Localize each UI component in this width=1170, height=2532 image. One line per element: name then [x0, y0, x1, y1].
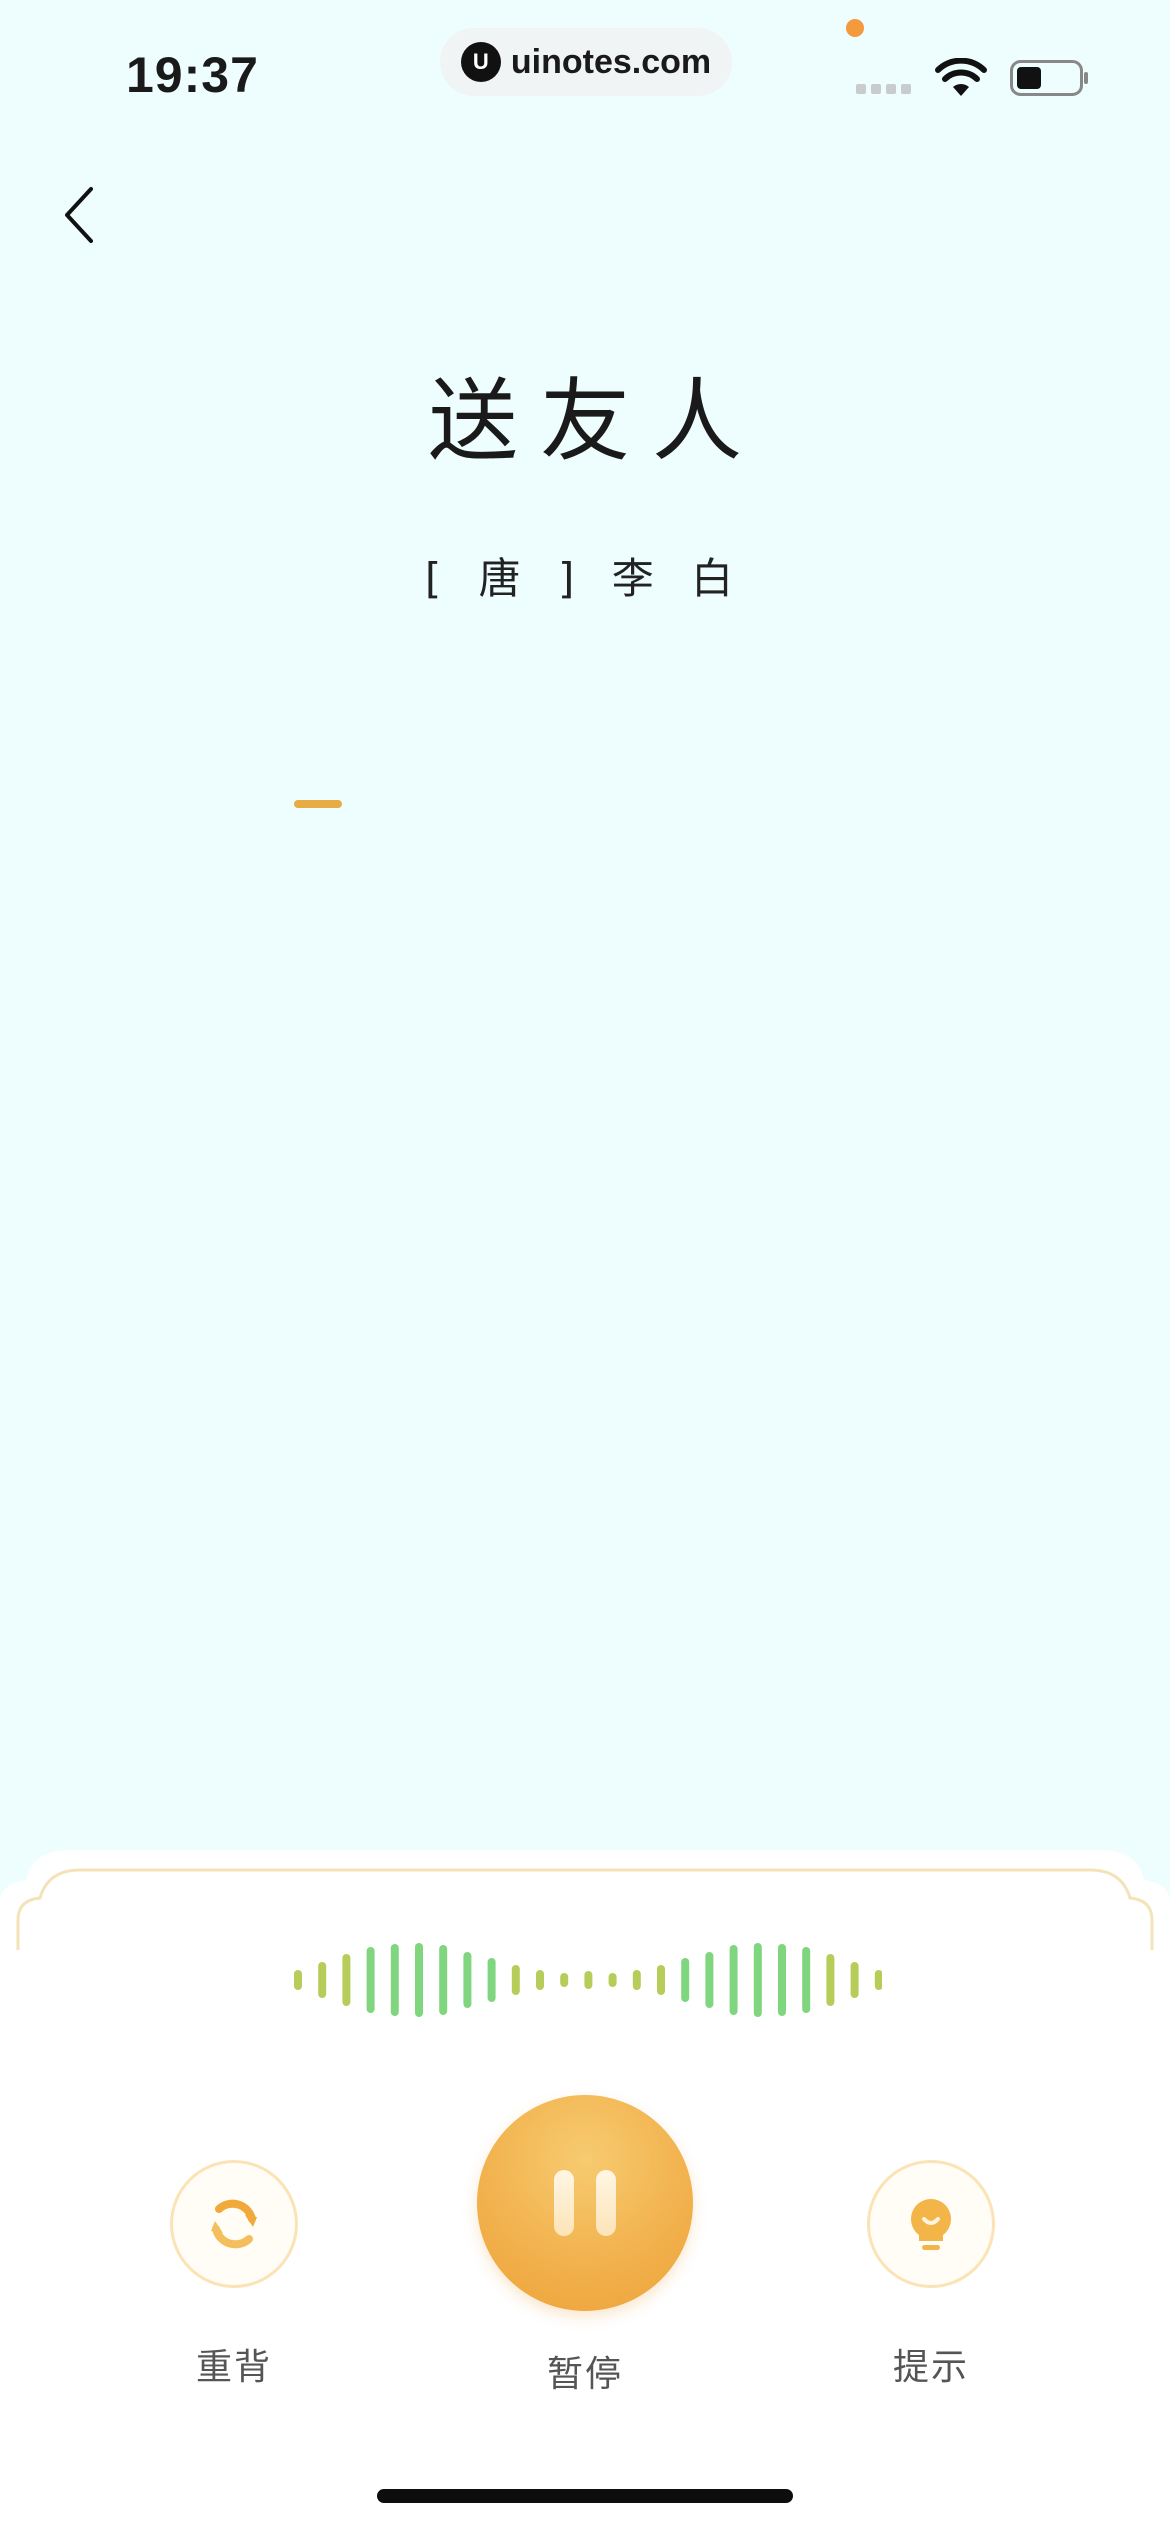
voice-waveform: [294, 1943, 882, 2017]
waveform-bar: [778, 1944, 786, 2016]
waveform-bar: [826, 1954, 835, 2006]
waveform-bar: [463, 1952, 472, 2008]
waveform-bar: [560, 1973, 569, 1987]
waveform-bar: [511, 1965, 520, 1995]
hint-control: 提示: [867, 2160, 995, 2390]
battery-icon: [1010, 60, 1088, 96]
waveform-bar: [681, 1958, 690, 2002]
restart-label: 重背: [195, 2347, 272, 2388]
waveform-bar: [729, 1945, 738, 2015]
status-time: 19:37: [126, 47, 259, 103]
waveform-bar: [342, 1954, 351, 2006]
cellular-signal-icon: [856, 84, 911, 94]
waveform-bar: [366, 1947, 375, 2013]
poem-author: [ 唐 ] 李 白: [424, 554, 746, 603]
status-bar: 19:37 U uinotes.com: [0, 0, 1170, 150]
pause-label: 暂停: [546, 2354, 623, 2395]
waveform-bar: [632, 1970, 641, 1990]
waveform-bar: [850, 1962, 859, 1998]
hint-button[interactable]: [867, 2160, 995, 2288]
waveform-bar: [874, 1970, 882, 1990]
home-indicator: [377, 2489, 793, 2503]
pause-icon: [554, 2170, 574, 2236]
waveform-bar: [705, 1952, 714, 2008]
pause-control: 暂停: [477, 2095, 693, 2397]
waveform-bar: [802, 1947, 811, 2013]
back-button[interactable]: [48, 180, 108, 250]
waveform-bar: [439, 1945, 448, 2015]
poem-title: 送友人: [428, 369, 764, 474]
waveform-bar: [318, 1962, 327, 1998]
url-pill[interactable]: U uinotes.com: [440, 28, 732, 96]
waveform-bar: [536, 1970, 544, 1990]
restart-control: 重背: [170, 2160, 298, 2390]
recitation-cursor: [294, 800, 342, 808]
recording-indicator-icon: [846, 19, 864, 37]
site-logo-icon: U: [460, 42, 501, 82]
url-text: uinotes.com: [510, 42, 712, 81]
lightbulb-icon: [911, 2199, 951, 2250]
waveform-bar: [608, 1973, 617, 1987]
waveform-bar: [584, 1971, 593, 1989]
waveform-bar: [657, 1965, 665, 1995]
wifi-icon: [935, 58, 987, 96]
waveform-bar: [390, 1944, 399, 2016]
hint-label: 提示: [892, 2347, 969, 2388]
waveform-bar: [753, 1943, 762, 2017]
restart-button[interactable]: [170, 2160, 298, 2288]
chevron-left-icon: [65, 187, 93, 243]
pause-icon-bar: [596, 2170, 616, 2236]
waveform-bar: [487, 1958, 496, 2002]
pause-button[interactable]: [477, 2095, 693, 2311]
waveform-bar: [294, 1970, 302, 1990]
refresh-icon: [211, 2199, 257, 2249]
waveform-bar: [415, 1943, 423, 2017]
